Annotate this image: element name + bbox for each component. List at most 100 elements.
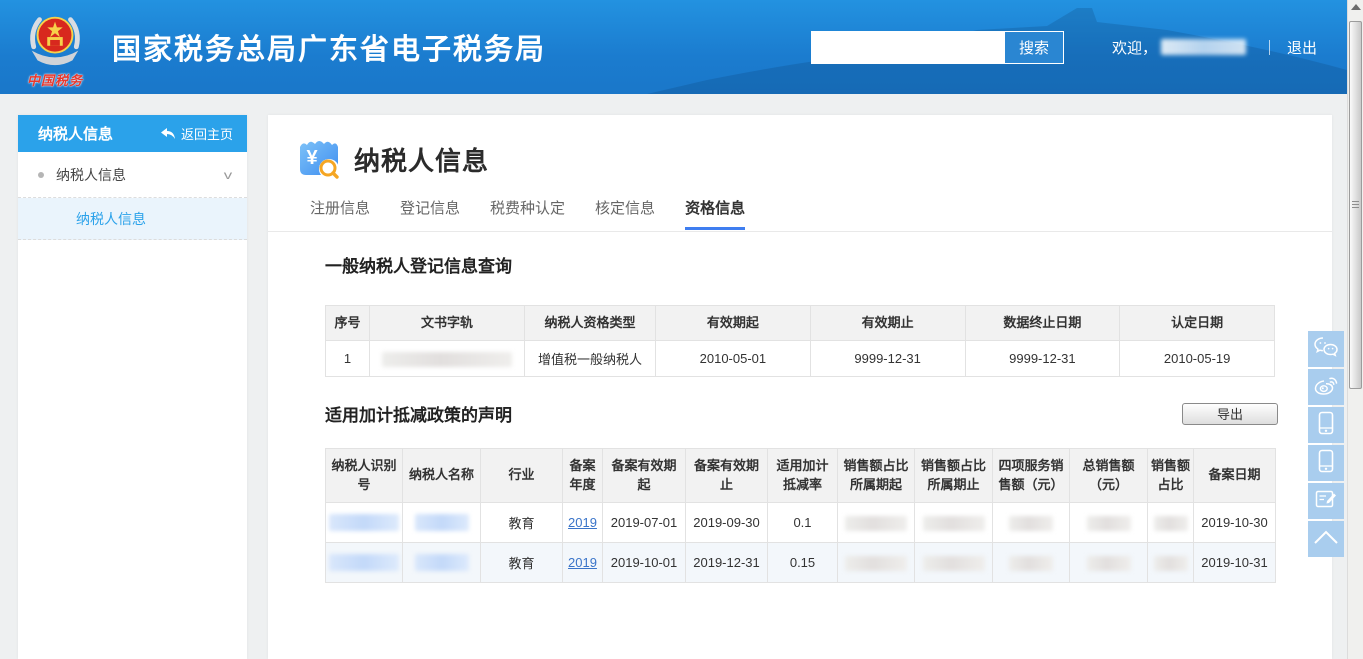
column-header: 备案有效期起 <box>603 449 686 503</box>
table-cell: 0.15 <box>768 543 838 583</box>
table-row: 1增值税一般纳税人2010-05-019999-12-319999-12-312… <box>326 341 1275 377</box>
username-redacted <box>1161 39 1246 55</box>
redacted-value <box>845 516 907 531</box>
tab-bar: 注册信息登记信息税费种认定核定信息资格信息 <box>268 197 1332 230</box>
wechat-icon <box>1314 336 1338 363</box>
logo-caption: 中国税务 <box>12 70 98 89</box>
table-cell <box>1148 543 1194 583</box>
table-cell <box>1070 543 1148 583</box>
back-home-button[interactable]: 返回主页 <box>161 124 233 143</box>
column-header: 备案年度 <box>563 449 603 503</box>
sidebar-subitem-label: 纳税人信息 <box>76 209 146 229</box>
table-cell: 2010-05-19 <box>1120 341 1275 377</box>
table-cell <box>370 341 525 377</box>
tab-核定信息[interactable]: 核定信息 <box>595 197 655 230</box>
sidebar-item-label: 纳税人信息 <box>56 165 126 185</box>
search-button[interactable]: 搜索 <box>1004 31 1064 64</box>
window-scrollbar[interactable] <box>1347 0 1363 659</box>
tab-注册信息[interactable]: 注册信息 <box>310 197 370 230</box>
svg-text:¥: ¥ <box>306 147 318 169</box>
sidebar-item-taxpayer-info[interactable]: 纳税人信息 v <box>18 152 247 198</box>
column-header: 有效期起 <box>656 306 811 341</box>
redacted-value <box>1009 516 1053 531</box>
survey-icon <box>1314 488 1338 515</box>
column-header: 纳税人识别号 <box>326 449 403 503</box>
back-arrow-icon <box>161 128 176 140</box>
redacted-value <box>1154 556 1188 571</box>
column-header: 文书字轨 <box>370 306 525 341</box>
deduction-policy-table: 纳税人识别号纳税人名称行业备案年度备案有效期起备案有效期止适用加计抵减率 销售额占… <box>325 448 1276 583</box>
column-header: 总销售额（元） <box>1070 449 1148 503</box>
main-panel: ¥ 纳税人信息 注册信息登记信息税费种认定核定信息资格信息 一般纳税人登记信息查… <box>268 115 1332 659</box>
table-header-row: 序号文书字轨纳税人资格类型有效期起有效期止数据终止日期认定日期 <box>326 306 1275 341</box>
table-cell <box>326 503 403 543</box>
tablet-button[interactable] <box>1308 445 1344 481</box>
table-cell: 2019 <box>563 503 603 543</box>
table-cell: 9999-12-31 <box>965 341 1120 377</box>
floating-toolbar <box>1308 331 1344 559</box>
tab-税费种认定[interactable]: 税费种认定 <box>490 197 565 230</box>
column-header: 销售额占比所属期止 <box>915 449 993 503</box>
scrollbar-thumb[interactable] <box>1349 21 1362 389</box>
mobile-icon <box>1316 411 1336 440</box>
column-header: 数据终止日期 <box>965 306 1120 341</box>
general-taxpayer-table: 序号文书字轨纳税人资格类型有效期起有效期止数据终止日期认定日期 1增值税一般纳税… <box>325 305 1275 377</box>
app-header: 中国税务 国家税务总局广东省电子税务局 搜索 欢迎， ｜ 退出 <box>0 0 1347 94</box>
welcome-area: 欢迎， ｜ 退出 <box>1112 37 1317 58</box>
redacted-value <box>1154 516 1188 531</box>
column-header: 备案有效期止 <box>686 449 768 503</box>
redacted-value <box>382 352 512 367</box>
column-header: 有效期止 <box>810 306 965 341</box>
table-cell <box>1070 503 1148 543</box>
back-to-top-button[interactable] <box>1308 521 1344 557</box>
column-header: 纳税人名称 <box>403 449 481 503</box>
tab-登记信息[interactable]: 登记信息 <box>400 197 460 230</box>
redacted-value <box>415 514 469 531</box>
welcome-text: 欢迎， <box>1112 37 1157 58</box>
column-header: 认定日期 <box>1120 306 1275 341</box>
table-cell: 增值税一般纳税人 <box>525 341 656 377</box>
year-link[interactable]: 2019 <box>568 555 597 570</box>
weibo-button[interactable] <box>1308 369 1344 405</box>
table-cell: 教育 <box>481 543 563 583</box>
year-link[interactable]: 2019 <box>568 515 597 530</box>
redacted-value <box>1087 556 1131 571</box>
table-cell: 教育 <box>481 503 563 543</box>
search-input[interactable] <box>811 31 1004 64</box>
redacted-value <box>923 556 985 571</box>
column-header: 适用加计抵减率 <box>768 449 838 503</box>
content-area: 一般纳税人登记信息查询 序号文书字轨纳税人资格类型有效期起有效期止数据终止日期认… <box>268 232 1332 583</box>
scrollbar-grip-icon <box>1352 201 1359 209</box>
column-header: 备案日期 <box>1194 449 1276 503</box>
table-cell: 2019-12-31 <box>686 543 768 583</box>
back-home-label: 返回主页 <box>181 124 233 143</box>
table-cell: 9999-12-31 <box>810 341 965 377</box>
column-header: 四项服务销售额（元） <box>993 449 1070 503</box>
scrollbar-up-arrow-icon[interactable] <box>1351 4 1361 10</box>
sidebar-subitem-taxpayer-info[interactable]: 纳税人信息 <box>18 198 247 240</box>
tab-资格信息[interactable]: 资格信息 <box>685 197 745 230</box>
table-cell: 2019-09-30 <box>686 503 768 543</box>
survey-button[interactable] <box>1308 483 1344 519</box>
table-cell: 2019-10-31 <box>1194 543 1276 583</box>
export-button[interactable]: 导出 <box>1182 403 1278 425</box>
table-cell <box>403 503 481 543</box>
table-cell <box>915 543 993 583</box>
wechat-button[interactable] <box>1308 331 1344 367</box>
column-header: 序号 <box>326 306 370 341</box>
table-cell <box>326 543 403 583</box>
redacted-value <box>845 556 907 571</box>
back-to-top-icon <box>1313 529 1339 550</box>
table-cell <box>993 503 1070 543</box>
table-cell <box>915 503 993 543</box>
redacted-value <box>1009 556 1053 571</box>
mobile-button[interactable] <box>1308 407 1344 443</box>
sidebar-title: 纳税人信息 <box>38 123 113 144</box>
page-head: ¥ 纳税人信息 <box>268 115 1332 181</box>
separator: ｜ <box>1262 37 1277 58</box>
page-title: 纳税人信息 <box>354 141 489 178</box>
table-cell <box>993 543 1070 583</box>
sidebar: 纳税人信息 返回主页 纳税人信息 v 纳税人信息 <box>18 115 247 659</box>
column-header: 行业 <box>481 449 563 503</box>
logout-link[interactable]: 退出 <box>1287 37 1317 58</box>
